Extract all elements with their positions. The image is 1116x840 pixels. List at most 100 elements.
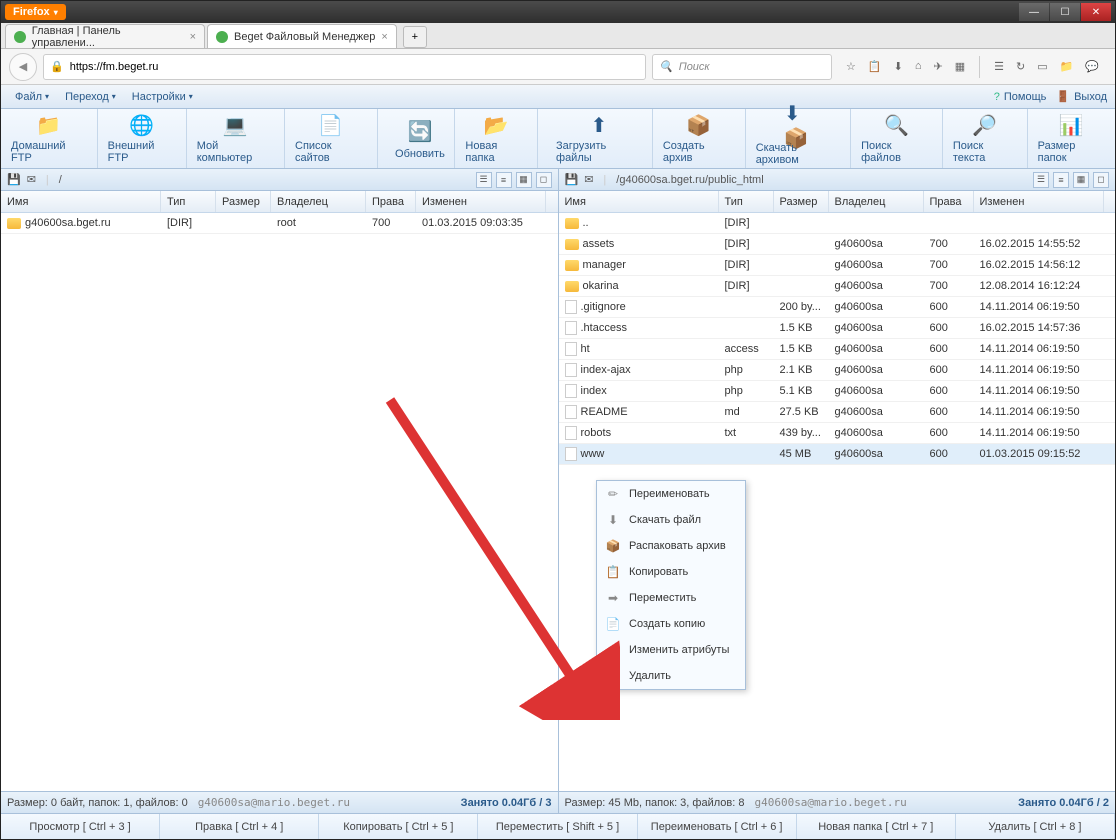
column-header-modified[interactable]: Изменен (974, 191, 1104, 212)
drive-icon[interactable]: 💾 (7, 173, 21, 186)
chat-icon[interactable]: 💬 (1085, 60, 1099, 73)
toolbar-мой-компьютер[interactable]: 💻Мой компьютер (187, 109, 285, 168)
toolbar-список-сайтов[interactable]: 📄Список сайтов (285, 109, 378, 168)
file-row[interactable]: robotstxt439 by...g40600sa60014.11.2014 … (559, 423, 1116, 444)
drive-icon[interactable]: 💾 (565, 173, 579, 186)
view-grid-icon[interactable]: ▦ (516, 172, 532, 188)
lock-icon: 🔒 (50, 60, 64, 73)
file-row[interactable]: g40600sa.bget.ru[DIR]root70001.03.2015 0… (1, 213, 558, 234)
tab-close-icon[interactable]: × (381, 31, 387, 43)
context-переместить[interactable]: ➡Переместить (597, 585, 745, 611)
left-status: Размер: 0 байт, папок: 1, файлов: 0 g406… (1, 791, 558, 813)
tab-close-icon[interactable]: × (190, 31, 196, 43)
browser-tab-0[interactable]: Главная | Панель управлени...× (5, 24, 205, 48)
context-копировать[interactable]: 📋Копировать (597, 559, 745, 585)
close-button[interactable]: ✕ (1081, 3, 1111, 21)
grid-icon[interactable]: ▦ (955, 60, 965, 73)
bottom-btn[interactable]: Переименовать [ Ctrl + 6 ] (638, 814, 797, 839)
file-row[interactable]: indexphp5.1 KBg40600sa60014.11.2014 06:1… (559, 381, 1116, 402)
column-header-owner[interactable]: Владелец (829, 191, 924, 212)
column-header-perm[interactable]: Права (366, 191, 416, 212)
folder-icon[interactable]: 📁 (1060, 60, 1074, 73)
toolbar-домашний-ftp[interactable]: 📁Домашний FTP (1, 109, 98, 168)
toolbar-загрузить-файлы[interactable]: ⬆Загрузить файлы (546, 109, 653, 168)
column-header-modified[interactable]: Изменен (416, 191, 546, 212)
file-row[interactable]: assets[DIR]g40600sa70016.02.2015 14:55:5… (559, 234, 1116, 255)
home-icon[interactable]: ⌂ (915, 60, 922, 73)
view-details-icon[interactable]: ≡ (1053, 172, 1069, 188)
envelope-icon[interactable]: ✉ (27, 173, 36, 186)
ctx-icon: ⬇ (605, 512, 621, 528)
back-button[interactable]: ◀ (9, 53, 37, 81)
search-input[interactable]: 🔍Поиск (652, 54, 832, 80)
download-icon[interactable]: ⬇ (894, 60, 903, 73)
context-переименовать[interactable]: ✏Переименовать (597, 481, 745, 507)
column-header-type[interactable]: Тип (719, 191, 774, 212)
menu-settings[interactable]: Настройки▾ (126, 89, 199, 105)
file-row[interactable]: .htaccess1.5 KBg40600sa60016.02.2015 14:… (559, 318, 1116, 339)
bottom-btn[interactable]: Удалить [ Ctrl + 8 ] (956, 814, 1115, 839)
tool-icon: 🔄 (406, 118, 434, 146)
view-details-icon[interactable]: ≡ (496, 172, 512, 188)
menu-file[interactable]: Файл▾ (9, 89, 55, 105)
toolbar-поиск-текста[interactable]: 🔎Поиск текста (943, 109, 1028, 168)
left-file-list[interactable]: g40600sa.bget.ru[DIR]root70001.03.2015 0… (1, 213, 558, 791)
column-header-perm[interactable]: Права (924, 191, 974, 212)
toolbar-создать-архив[interactable]: 📦Создать архив (653, 109, 746, 168)
send-icon[interactable]: ✈ (933, 60, 942, 73)
ctx-icon: 📄 (605, 616, 621, 632)
menu-go[interactable]: Переход▾ (59, 89, 122, 105)
bottom-btn[interactable]: Правка [ Ctrl + 4 ] (160, 814, 319, 839)
maximize-button[interactable]: ☐ (1050, 3, 1080, 21)
context-изменить-атрибуты[interactable]: ⚙Изменить атрибуты (597, 637, 745, 663)
new-tab-button[interactable]: + (403, 26, 427, 48)
file-row[interactable]: ..[DIR] (559, 213, 1116, 234)
help-link[interactable]: ?Помощь (994, 91, 1047, 103)
tool-icon: 💻 (221, 113, 249, 138)
view-list-icon[interactable]: ☰ (476, 172, 492, 188)
context-распаковать-архив[interactable]: 📦Распаковать архив (597, 533, 745, 559)
reload-icon[interactable]: ↻ (1016, 60, 1025, 73)
file-row[interactable]: www45 MBg40600sa60001.03.2015 09:15:52 (559, 444, 1116, 465)
column-header-size[interactable]: Размер (216, 191, 271, 212)
bottom-btn[interactable]: Переместить [ Shift + 5 ] (478, 814, 637, 839)
bottom-btn[interactable]: Новая папка [ Ctrl + 7 ] (797, 814, 956, 839)
view-list-icon[interactable]: ☰ (1033, 172, 1049, 188)
toolbar-размер-папок[interactable]: 📊Размер папок (1028, 109, 1115, 168)
app-menubar: Файл▾ Переход▾ Настройки▾ ?Помощь 🚪Выход (1, 85, 1115, 109)
context-скачать-файл[interactable]: ⬇Скачать файл (597, 507, 745, 533)
bottom-btn[interactable]: Копировать [ Ctrl + 5 ] (319, 814, 478, 839)
view-large-icon[interactable]: ◻ (1093, 172, 1109, 188)
bottom-btn[interactable]: Просмотр [ Ctrl + 3 ] (1, 814, 160, 839)
column-header-type[interactable]: Тип (161, 191, 216, 212)
toolbar-обновить[interactable]: 🔄Обновить (385, 109, 455, 168)
exit-link[interactable]: 🚪Выход (1056, 90, 1107, 103)
file-row[interactable]: READMEmd27.5 KBg40600sa60014.11.2014 06:… (559, 402, 1116, 423)
bookmark-star-icon[interactable]: ☆ (846, 60, 856, 73)
toolbar-поиск-файлов[interactable]: 🔍Поиск файлов (851, 109, 943, 168)
file-row[interactable]: .gitignore200 by...g40600sa60014.11.2014… (559, 297, 1116, 318)
context-удалить[interactable]: ✖Удалить (597, 663, 745, 689)
context-создать-копию[interactable]: 📄Создать копию (597, 611, 745, 637)
minimize-button[interactable]: — (1019, 3, 1049, 21)
column-header-size[interactable]: Размер (774, 191, 829, 212)
column-header-owner[interactable]: Владелец (271, 191, 366, 212)
view-large-icon[interactable]: ◻ (536, 172, 552, 188)
clipboard-icon[interactable]: 📋 (868, 60, 882, 73)
file-row[interactable]: htaccess1.5 KBg40600sa60014.11.2014 06:1… (559, 339, 1116, 360)
column-header-name[interactable]: Имя (1, 191, 161, 212)
file-row[interactable]: index-ajaxphp2.1 KBg40600sa60014.11.2014… (559, 360, 1116, 381)
browser-tab-1[interactable]: Beget Файловый Менеджер× (207, 24, 397, 48)
file-icon (565, 426, 577, 440)
toolbar-внешний-ftp[interactable]: 🌐Внешний FTP (98, 109, 187, 168)
url-input[interactable]: 🔒 https://fm.beget.ru (43, 54, 646, 80)
menu-icon[interactable]: ☰ (994, 60, 1004, 73)
column-header-name[interactable]: Имя (559, 191, 719, 212)
toolbar-скачать-архивом[interactable]: ⬇📦Скачать архивом (746, 109, 851, 168)
file-row[interactable]: manager[DIR]g40600sa70016.02.2015 14:56:… (559, 255, 1116, 276)
extension-icon[interactable]: ▭ (1037, 60, 1047, 73)
toolbar-новая-папка[interactable]: 📂Новая папка (455, 109, 538, 168)
view-grid-icon[interactable]: ▦ (1073, 172, 1089, 188)
envelope-icon[interactable]: ✉ (584, 173, 593, 186)
file-row[interactable]: okarina[DIR]g40600sa70012.08.2014 16:12:… (559, 276, 1116, 297)
